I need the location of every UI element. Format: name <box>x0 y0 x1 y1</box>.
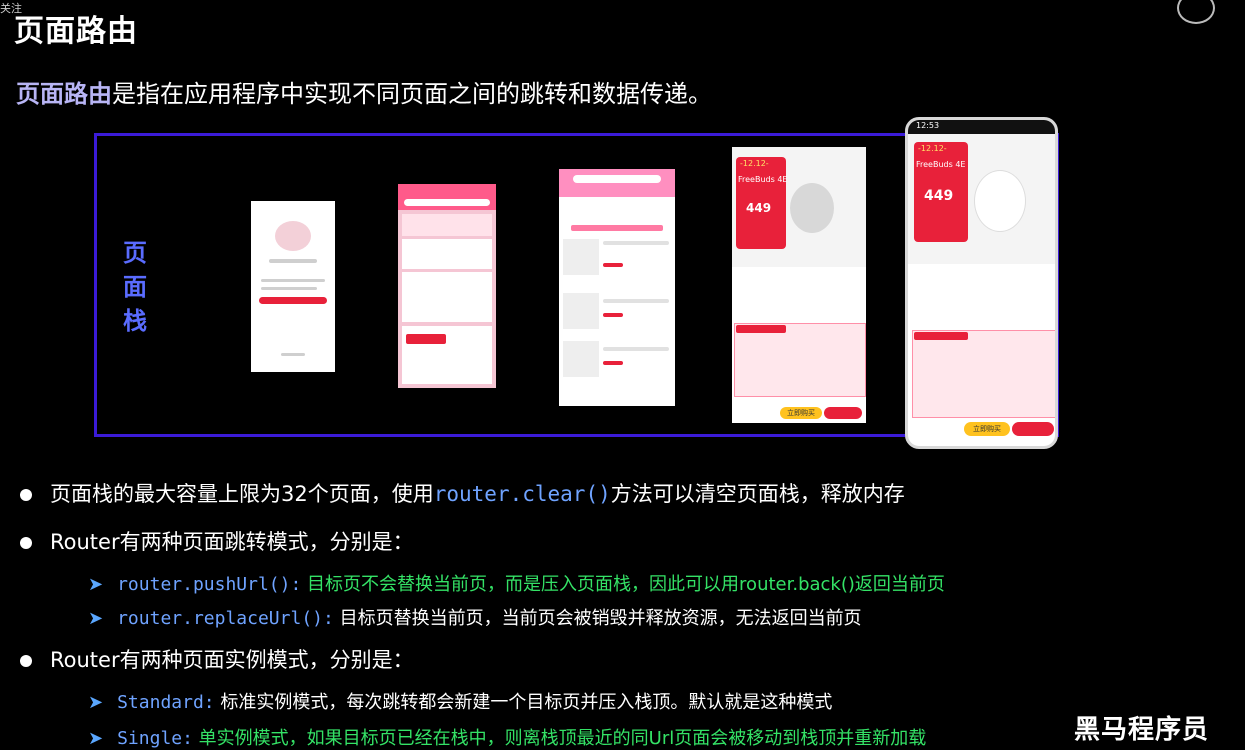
brand-watermark: 黑马程序员 <box>1073 715 1209 745</box>
screen-phone-detail: 12:53 -12.12- FreeBuds 4E 449 立即购买 <box>905 117 1058 449</box>
bullet-instance-modes: Router有两种页面实例模式，分别是： <box>20 644 414 674</box>
intro-line: 页面路由是指在应用程序中实现不同页面之间的跳转和数据传递。 <box>16 74 712 109</box>
intro-text: 是指在应用程序中实现不同页面之间的跳转和数据传递。 <box>112 80 712 108</box>
sub-item-standard: ➤ Standard: 标准实例模式，每次跳转都会新建一个目标页并压入栈顶。默认就… <box>88 692 833 713</box>
bullet-stack-capacity: 页面栈的最大容量上限为32个页面，使用router.clear()方法可以清空页… <box>20 478 905 508</box>
intro-highlight: 页面路由 <box>16 80 112 108</box>
sub-item-single: ➤ Single: 单实例模式，如果目标页已经在栈中，则离栈顶最近的同Url页面会… <box>88 728 927 749</box>
screen-shop-home <box>398 184 496 388</box>
screen-product-list <box>559 169 675 406</box>
page-title: 页面路由 <box>14 14 138 49</box>
screen-splash <box>251 201 335 372</box>
sub-item-replaceurl: ➤ router.replaceUrl(): 目标页替换当前页，当前页会被销毁并释… <box>88 608 862 629</box>
bullet-jump-modes: Router有两种页面跳转模式，分别是： <box>20 526 414 556</box>
bilibili-logo-icon <box>1177 0 1237 24</box>
sub-item-pushurl: ➤ router.pushUrl(): 目标页不会替换当前页，而是压入页面栈，因此… <box>88 574 945 595</box>
page-stack-label: 页 面 栈 <box>123 239 147 335</box>
screen-product-detail: -12.12- FreeBuds 4E 449 立即购买 <box>732 147 866 423</box>
